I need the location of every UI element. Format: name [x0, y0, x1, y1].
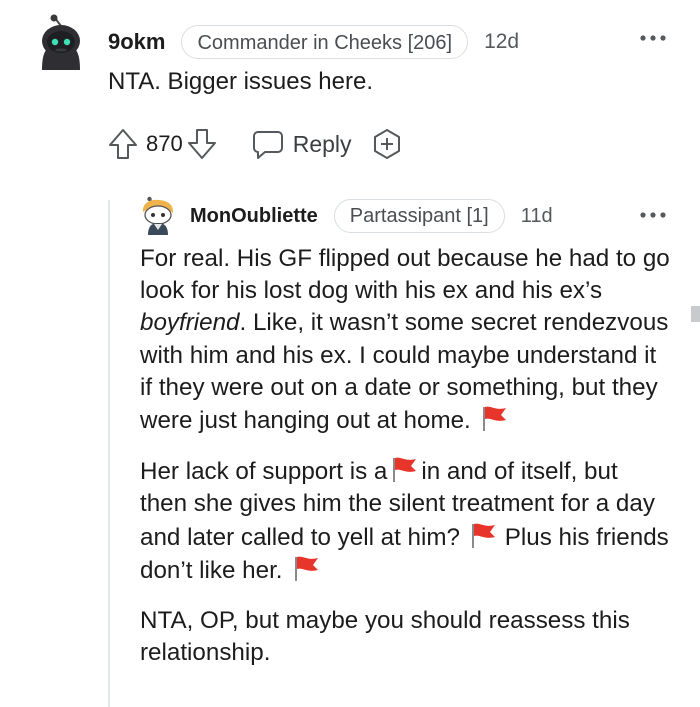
reply-text: Her lack of support is a: [140, 458, 388, 486]
user-flair: Commander in Cheeks [206]: [181, 25, 469, 59]
username-link[interactable]: 9okm: [108, 29, 165, 55]
red-flag-emoji-icon: [393, 457, 417, 483]
comment-body: NTA. Bigger issues here.: [108, 68, 373, 95]
comment-timestamp[interactable]: 12d: [484, 30, 519, 54]
more-options-icon[interactable]: [638, 28, 668, 48]
reply-paragraph: For real. His GF flipped out because he …: [140, 243, 670, 437]
speech-bubble-icon: [252, 131, 283, 159]
reply-label: Reply: [292, 130, 352, 157]
comment-timestamp[interactable]: 11d: [521, 205, 553, 228]
reply-button[interactable]: Reply: [251, 128, 352, 160]
thread-line[interactable]: [108, 200, 110, 707]
red-flag-emoji-icon: [294, 556, 318, 581]
comment-meta: 9okm Commander in Cheeks [206] 12d: [108, 24, 519, 60]
award-plus-icon[interactable]: [370, 127, 404, 161]
snoo-avatar-icon[interactable]: [36, 14, 86, 72]
reply-text: For real. His GF flipped out because he …: [140, 245, 670, 305]
more-options-icon[interactable]: [638, 205, 668, 225]
red-flag-emoji-icon: [482, 406, 506, 432]
reply-paragraph: NTA, OP, but maybe you should reassess t…: [140, 607, 630, 667]
reply-text-italic: boyfriend: [140, 309, 240, 337]
snoo-avatar-icon[interactable]: [140, 196, 176, 236]
comment-actions: 870 Reply: [108, 124, 404, 164]
red-flag-emoji-icon: [472, 523, 495, 548]
username-link[interactable]: MonOubliette: [190, 205, 318, 228]
reply-paragraph: Her lack of support is a in and of itself…: [140, 455, 670, 587]
reply-meta: MonOubliette Partassipant [1] 11d: [190, 199, 553, 233]
vote-score: 870: [146, 131, 183, 156]
upvote-arrow-icon[interactable]: [108, 127, 138, 161]
downvote-arrow-icon[interactable]: [187, 127, 217, 161]
user-flair: Partassipant [1]: [333, 199, 505, 233]
scrollbar-thumb[interactable]: [691, 306, 700, 322]
reply-comment-body: For real. His GF flipped out because he …: [140, 243, 670, 669]
